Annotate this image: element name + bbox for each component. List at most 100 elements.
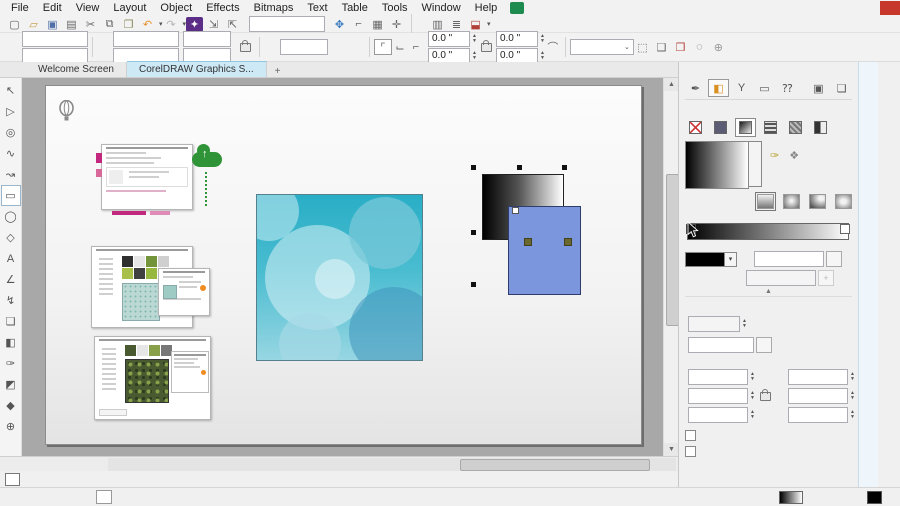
bezier-tool[interactable]: ↝ (1, 164, 21, 185)
menu-effects[interactable]: Effects (199, 2, 246, 14)
add-page-before-icon[interactable] (0, 458, 14, 471)
rulers-icon[interactable]: ⌐ (350, 17, 367, 32)
chevron-down-icon[interactable]: ▾ (487, 20, 491, 28)
blend-angle-stepper[interactable] (756, 337, 772, 353)
ellipse-tool[interactable]: ◯ (1, 206, 21, 227)
scale-width-input[interactable] (183, 31, 231, 47)
texture-fill-button[interactable] (785, 118, 806, 137)
blue-rectangle[interactable] (508, 206, 581, 295)
freehand-tool[interactable]: ∿ (1, 143, 21, 164)
symmetry-icon[interactable]: ◌ (691, 40, 708, 55)
menu-edit[interactable]: Edit (36, 2, 69, 14)
horizontal-scroll-thumb[interactable] (460, 459, 649, 471)
fountain-preset-preview[interactable] (685, 141, 749, 189)
menu-file[interactable]: File (4, 2, 36, 14)
menu-layout[interactable]: Layout (106, 2, 153, 14)
first-page-icon[interactable] (14, 458, 28, 471)
fill-y-input[interactable] (788, 388, 848, 404)
node-opacity-stepper[interactable] (826, 251, 842, 267)
menu-bitmaps[interactable]: Bitmaps (247, 2, 301, 14)
rotation-angle-input[interactable] (280, 39, 328, 55)
transparency-tab-icon[interactable]: Y (731, 79, 752, 97)
scroll-panel-icon[interactable]: ▣ (808, 79, 829, 97)
menu-table[interactable]: Table (335, 2, 375, 14)
smart-fill-tool[interactable]: ◩ (1, 374, 21, 395)
save-fill-icon[interactable]: ❖ (789, 149, 799, 162)
print-icon[interactable]: ▤ (63, 17, 80, 32)
transparency-tool[interactable]: ◧ (1, 332, 21, 353)
eyedropper-tool[interactable]: ✑ (1, 353, 21, 374)
add-tools-button[interactable]: ⊕ (1, 416, 21, 437)
menu-tools[interactable]: Tools (375, 2, 415, 14)
close-window-button[interactable] (880, 1, 900, 15)
no-color-swatch[interactable] (5, 473, 20, 486)
gradient-node[interactable] (564, 238, 572, 246)
cut-icon[interactable]: ✂ (82, 17, 99, 32)
uniform-fill-button[interactable] (710, 118, 731, 137)
scroll-down-icon[interactable]: ▼ (664, 443, 679, 456)
menu-help[interactable]: Help (468, 2, 505, 14)
import-icon[interactable]: ⇲ (205, 17, 222, 32)
wrap-text-icon[interactable]: ⬚ (634, 40, 651, 55)
fillet-icon[interactable]: ⌒ (545, 40, 561, 54)
previous-page-icon[interactable] (28, 458, 42, 471)
status-expand-icon[interactable] (96, 490, 112, 504)
document-tab-welcome-screen[interactable]: Welcome Screen (26, 62, 127, 77)
search-content-icon[interactable]: ✦ (186, 17, 203, 32)
section-divider[interactable]: ▲ (685, 287, 852, 297)
dimension-tool[interactable]: ∠ (1, 269, 21, 290)
document-properties-icon[interactable]: ▥ (429, 17, 446, 32)
postscript-fill-button[interactable] (810, 118, 831, 137)
object-width-input[interactable] (113, 31, 179, 47)
rectangle-tool[interactable]: ▭ (1, 185, 21, 206)
conical-fountain-button[interactable] (809, 194, 826, 209)
fill-skew-input[interactable] (788, 407, 848, 423)
to-front-icon[interactable]: ❑ (653, 40, 670, 55)
pan-icon[interactable]: ✥ (331, 17, 348, 32)
fill-winding-checkbox[interactable] (685, 446, 696, 457)
selection-handle[interactable] (471, 165, 476, 170)
options-icon[interactable]: ≣ (448, 17, 465, 32)
lock-fill-ratio-icon[interactable] (760, 392, 771, 401)
monitor-icon[interactable]: ⬓ (467, 17, 484, 32)
last-page-icon[interactable] (64, 458, 78, 471)
menu-view[interactable]: View (69, 2, 107, 14)
preview-icon[interactable]: ▦ (369, 17, 386, 32)
drawing-canvas[interactable] (22, 78, 663, 456)
new-document-tab-button[interactable]: + (267, 66, 289, 77)
gradient-node[interactable] (512, 207, 519, 214)
selection-handle[interactable] (471, 282, 476, 287)
menu-window[interactable]: Window (415, 2, 468, 14)
pick-tool[interactable]: ↖ (1, 80, 21, 101)
gradient-strip[interactable] (687, 223, 849, 240)
connector-tool[interactable]: ↯ (1, 290, 21, 311)
fill-preview-swatch[interactable] (779, 491, 803, 504)
object-x-input[interactable] (22, 31, 88, 47)
linear-fountain-button[interactable] (757, 194, 774, 209)
summary-tab-icon[interactable]: ⁇ (777, 79, 798, 97)
no-fill-button[interactable] (685, 118, 706, 137)
node-color-dropdown[interactable]: ▾ (725, 252, 737, 267)
fill-width-input[interactable] (688, 369, 748, 385)
lock-ratio-icon[interactable] (240, 43, 251, 52)
free-scale-checkbox[interactable] (685, 430, 696, 441)
corner-radius-input[interactable]: 0.0 " (428, 31, 470, 47)
mirror-horizontal-icon[interactable] (333, 40, 349, 54)
rectangular-fountain-button[interactable] (835, 194, 852, 209)
node-color-swatch[interactable] (685, 252, 725, 267)
next-page-icon[interactable] (50, 458, 64, 471)
gradient-node[interactable] (524, 238, 532, 246)
export-icon[interactable]: ⇱ (224, 17, 241, 32)
polygon-tool[interactable]: ◇ (1, 227, 21, 248)
fill-rotation-input[interactable] (688, 407, 748, 423)
outline-width-select[interactable]: ⌄ (570, 39, 634, 55)
fill-tab-icon[interactable]: ◧ (708, 79, 729, 97)
shape-tool[interactable]: ▷ (1, 101, 21, 122)
menu-text[interactable]: Text (300, 2, 334, 14)
new-document-icon[interactable]: ▢ (6, 17, 23, 32)
selection-handle[interactable] (562, 165, 567, 170)
elliptical-fountain-button[interactable] (783, 194, 800, 209)
copy-icon[interactable]: ⧉ (101, 17, 118, 32)
frame-tab-icon[interactable]: ▭ (754, 79, 775, 97)
outline-color-swatch[interactable] (867, 491, 882, 504)
